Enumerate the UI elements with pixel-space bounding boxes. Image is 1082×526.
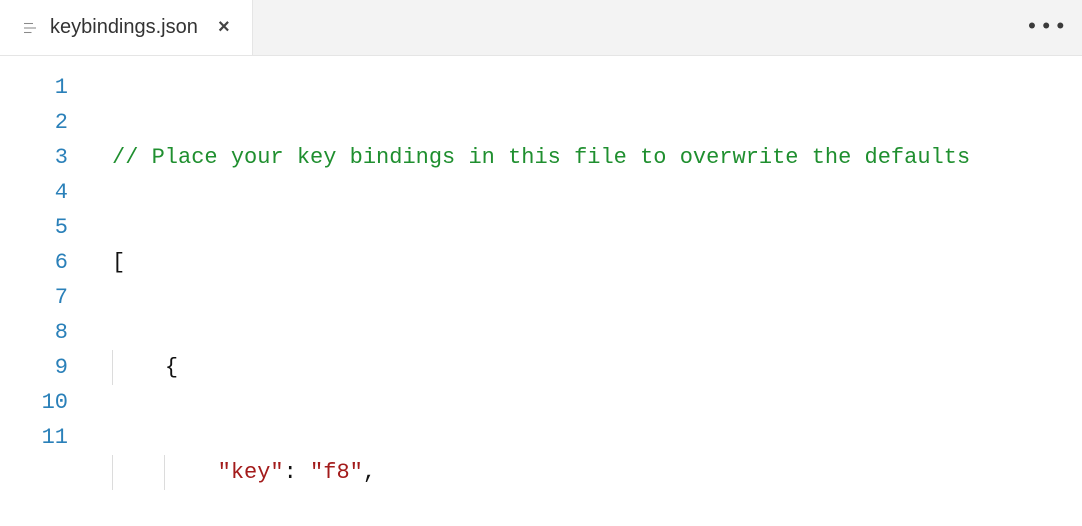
tabs: keybindings.json × [0, 0, 253, 55]
tab-overflow: ••• [1025, 0, 1082, 55]
bracket: [ [112, 250, 125, 275]
json-key: "key" [218, 460, 284, 485]
json-string: "f8" [310, 460, 363, 485]
line-number: 2 [0, 105, 68, 140]
tab-label: keybindings.json [50, 16, 198, 39]
comment: // Place your key bindings in this file … [112, 145, 970, 170]
brace: { [165, 355, 178, 380]
line-number: 3 [0, 140, 68, 175]
code-line: "key": "f8", [88, 455, 1082, 490]
line-number: 1 [0, 70, 68, 105]
tab-keybindings[interactable]: keybindings.json × [0, 0, 253, 55]
code-line: [ [88, 245, 1082, 280]
code-line: { [88, 350, 1082, 385]
line-number: 10 [0, 385, 68, 420]
line-number: 9 [0, 350, 68, 385]
tab-bar: keybindings.json × ••• [0, 0, 1082, 56]
line-number: 11 [0, 420, 68, 455]
line-number: 6 [0, 245, 68, 280]
code-editor[interactable]: 1 2 3 4 5 6 7 8 9 10 11 // Place your ke… [0, 56, 1082, 526]
file-icon [20, 18, 40, 38]
colon: : [284, 460, 310, 485]
line-number: 7 [0, 280, 68, 315]
code-area[interactable]: // Place your key bindings in this file … [88, 56, 1082, 526]
line-number: 8 [0, 315, 68, 350]
code-line: // Place your key bindings in this file … [88, 140, 1082, 175]
comma: , [363, 460, 376, 485]
line-number: 4 [0, 175, 68, 210]
line-number: 5 [0, 210, 68, 245]
line-number-gutter: 1 2 3 4 5 6 7 8 9 10 11 [0, 56, 88, 526]
more-icon[interactable]: ••• [1025, 15, 1068, 40]
close-icon[interactable]: × [214, 16, 234, 39]
